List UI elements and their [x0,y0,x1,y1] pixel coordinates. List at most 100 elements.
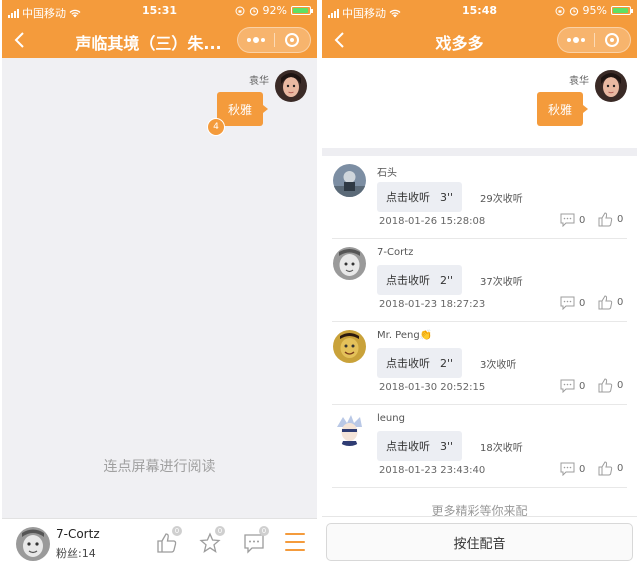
list-item: Mr. Peng👏 点击收听 2'' 3次收听 2018-01-30 20:52:… [332,322,627,405]
battery-icon [291,6,313,15]
play-count: 37次收听 [480,277,523,288]
like-count: 0 [617,297,624,308]
like-count: 0 [617,380,624,391]
read-hint[interactable]: 连点屏幕进行阅读 [2,456,317,476]
status-bar: 中国移动 15:48 95% [322,0,637,22]
script-line: 袁华 秋雅 4 [2,58,317,158]
back-icon[interactable] [10,29,30,51]
user-name: 7-Cortz [56,527,100,541]
avatar[interactable] [333,247,366,280]
play-recording-button[interactable]: 点击收听 3'' [377,431,463,461]
reply-button[interactable]: 0 [560,213,585,227]
comment-icon [560,379,575,393]
speaker-name: 袁华 [249,76,269,87]
avatar[interactable] [333,330,366,363]
page-title: 戏多多 [435,34,484,53]
status-right: 95% [555,4,633,17]
reply-count: 0 [579,380,586,392]
play-recording-button[interactable]: 点击收听 3'' [377,182,463,212]
list-item: 石头 点击收听 3'' 29次收听 2018-01-26 15:28:08 0 0 [332,156,627,239]
thumbs-up-icon [598,461,613,476]
play-label: 点击收听 [386,440,430,453]
play-label: 点击收听 [386,357,430,370]
reply-count: 0 [579,463,586,475]
like-button[interactable]: 0 [598,295,623,310]
duration: 2'' [440,273,454,287]
like-button[interactable]: 0 [598,461,623,476]
timestamp: 2018-01-26 15:28:08 [379,216,486,227]
play-label: 点击收听 [386,191,430,204]
list-item: leung 点击收听 3'' 18次收听 2018-01-23 23:43:40 … [332,405,627,488]
speaker-name: 袁华 [569,76,589,87]
star-count-badge: 0 [215,526,225,536]
back-icon[interactable] [330,29,350,51]
like-count-badge: 0 [172,526,182,536]
bottom-bar: 7-Cortz 粉丝:14 0 0 0 [2,518,317,568]
play-count: 29次收听 [480,194,523,205]
commenter-name: 石头 [377,168,397,179]
menu-icon[interactable] [285,533,305,551]
section-divider [322,148,637,156]
play-count: 3次收听 [480,360,517,371]
list-item: 7-Cortz 点击收听 2'' 37次收听 2018-01-23 18:27:2… [332,239,627,322]
like-button[interactable]: 0 [598,212,623,227]
like-count: 0 [617,463,624,474]
nav-bar: 戏多多 [322,22,637,58]
commenter-name: leung [377,413,405,424]
duration: 2'' [440,356,454,370]
mini-program-capsule [557,27,631,53]
play-label: 点击收听 [386,274,430,287]
like-button[interactable]: 0 [598,378,623,393]
thumbs-up-icon [598,212,613,227]
timestamp: 2018-01-23 18:27:23 [379,299,486,310]
thumbs-up-icon [598,295,613,310]
comment-icon [560,296,575,310]
play-count: 18次收听 [480,443,523,454]
avatar[interactable] [333,164,366,197]
status-right: 92% [235,4,313,17]
thumbs-up-icon [598,378,613,393]
reply-button[interactable]: 0 [560,296,585,310]
mini-program-capsule [237,27,311,53]
script-line: 袁华 秋雅 [322,58,637,148]
page-title: 声临其境（三）朱... [75,34,222,53]
lock-rotation-icon [235,6,245,15]
favorite-button[interactable]: 0 [198,526,225,555]
speaker-avatar [595,70,627,102]
reply-count: 0 [579,297,586,309]
comment-count-badge: 0 [259,526,269,536]
like-count: 0 [617,214,624,225]
comment-button[interactable]: 0 [242,526,269,555]
battery-percent: 92% [262,4,287,17]
like-button[interactable]: 0 [155,526,182,555]
nav-bar: 声临其境（三）朱... [2,22,317,58]
right-screen: 中国移动 15:48 95% 戏多多 袁华 秋雅 石头 点击收听 3'' 29次… [322,0,637,568]
reply-button[interactable]: 0 [560,379,585,393]
hold-to-record-button[interactable]: 按住配音 [326,523,633,561]
comment-icon [560,462,575,476]
speaker-avatar [275,70,307,102]
avatar[interactable] [333,413,366,446]
record-bar: 按住配音 [322,516,637,568]
duration: 3'' [440,439,454,453]
line-bubble[interactable]: 秋雅 [536,92,589,126]
reply-button[interactable]: 0 [560,462,585,476]
timestamp: 2018-01-23 23:43:40 [379,465,486,476]
timestamp: 2018-01-30 20:52:15 [379,382,486,393]
avatar[interactable] [16,527,50,561]
more-dots-icon[interactable] [558,28,594,52]
duration: 3'' [440,190,454,204]
reply-count: 0 [579,214,586,226]
commenter-name: 7-Cortz [377,247,414,258]
close-target-icon[interactable] [275,28,311,52]
play-recording-button[interactable]: 点击收听 2'' [377,265,463,295]
battery-percent: 95% [582,4,607,17]
line-bubble[interactable]: 秋雅 [216,92,269,126]
alarm-icon [569,6,578,16]
alarm-icon [249,6,258,16]
comment-icon [560,213,575,227]
close-target-icon[interactable] [595,28,631,52]
recordings-list: 石头 点击收听 3'' 29次收听 2018-01-26 15:28:08 0 0… [322,156,637,488]
play-recording-button[interactable]: 点击收听 2'' [377,348,463,378]
more-dots-icon[interactable] [238,28,274,52]
